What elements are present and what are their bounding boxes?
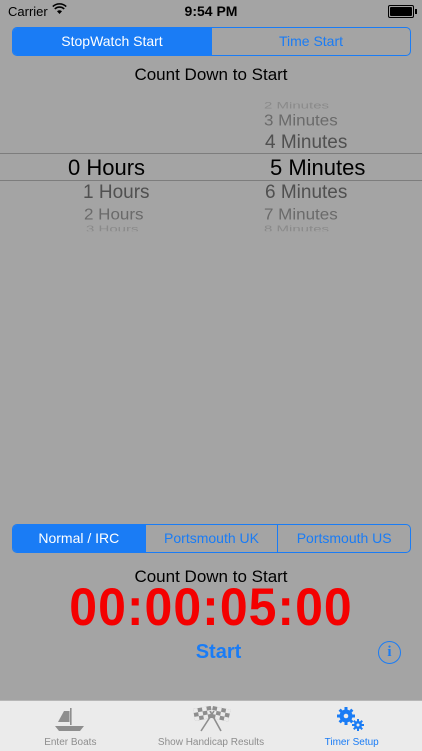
tab-label: Timer Setup — [324, 737, 379, 748]
minutes-row[interactable]: 4 Minutes — [265, 132, 347, 154]
picker-selection-top-line — [0, 153, 422, 154]
battery-icon — [388, 5, 417, 18]
hours-row[interactable]: 1 Hours — [83, 182, 150, 204]
portsmouth-uk-option[interactable]: Portsmouth UK — [144, 525, 278, 552]
stopwatch-start-option[interactable]: StopWatch Start — [13, 28, 211, 55]
checkered-flags-icon — [192, 706, 231, 732]
countdown-display: 00:00:05:00 — [69, 577, 353, 637]
tab-bar: Enter Boats Show Handicap Results Timer … — [0, 700, 422, 751]
tab-timer-setup[interactable]: Timer Setup — [281, 701, 422, 751]
status-bar: Carrier 9:54 PM — [0, 0, 422, 22]
gears-icon — [337, 707, 365, 731]
portsmouth-us-option[interactable]: Portsmouth US — [277, 525, 410, 552]
tab-label: Enter Boats — [44, 737, 97, 748]
time-start-option[interactable]: Time Start — [211, 28, 410, 55]
tab-label: Show Handicap Results — [157, 737, 265, 748]
minutes-row[interactable]: 6 Minutes — [265, 182, 347, 204]
sailboat-icon — [55, 708, 84, 731]
picker-heading: Count Down to Start — [134, 65, 288, 84]
tab-enter-boats[interactable]: Enter Boats — [0, 701, 141, 751]
hours-row-selected[interactable]: 0 Hours — [68, 155, 145, 181]
start-button[interactable]: Start — [0, 641, 422, 664]
minutes-row[interactable]: 2 Minutes — [264, 101, 329, 109]
minutes-row[interactable]: 3 Minutes — [264, 112, 338, 130]
hours-row[interactable]: 3 Hours — [86, 224, 139, 231]
normal-irc-option[interactable]: Normal / IRC — [13, 525, 145, 552]
status-time: 9:54 PM — [184, 3, 238, 19]
minutes-row-selected[interactable]: 5 Minutes — [270, 155, 365, 181]
handicap-system-segment: Normal / IRC Portsmouth UK Portsmouth US — [12, 524, 411, 553]
info-icon[interactable]: i — [378, 641, 401, 664]
tab-show-handicap-results[interactable]: Show Handicap Results — [141, 701, 282, 751]
hours-row[interactable]: 2 Hours — [84, 206, 144, 224]
minutes-row[interactable]: 7 Minutes — [264, 206, 338, 224]
minutes-row[interactable]: 8 Minutes — [264, 224, 329, 231]
start-mode-segment: StopWatch Start Time Start — [12, 27, 411, 56]
